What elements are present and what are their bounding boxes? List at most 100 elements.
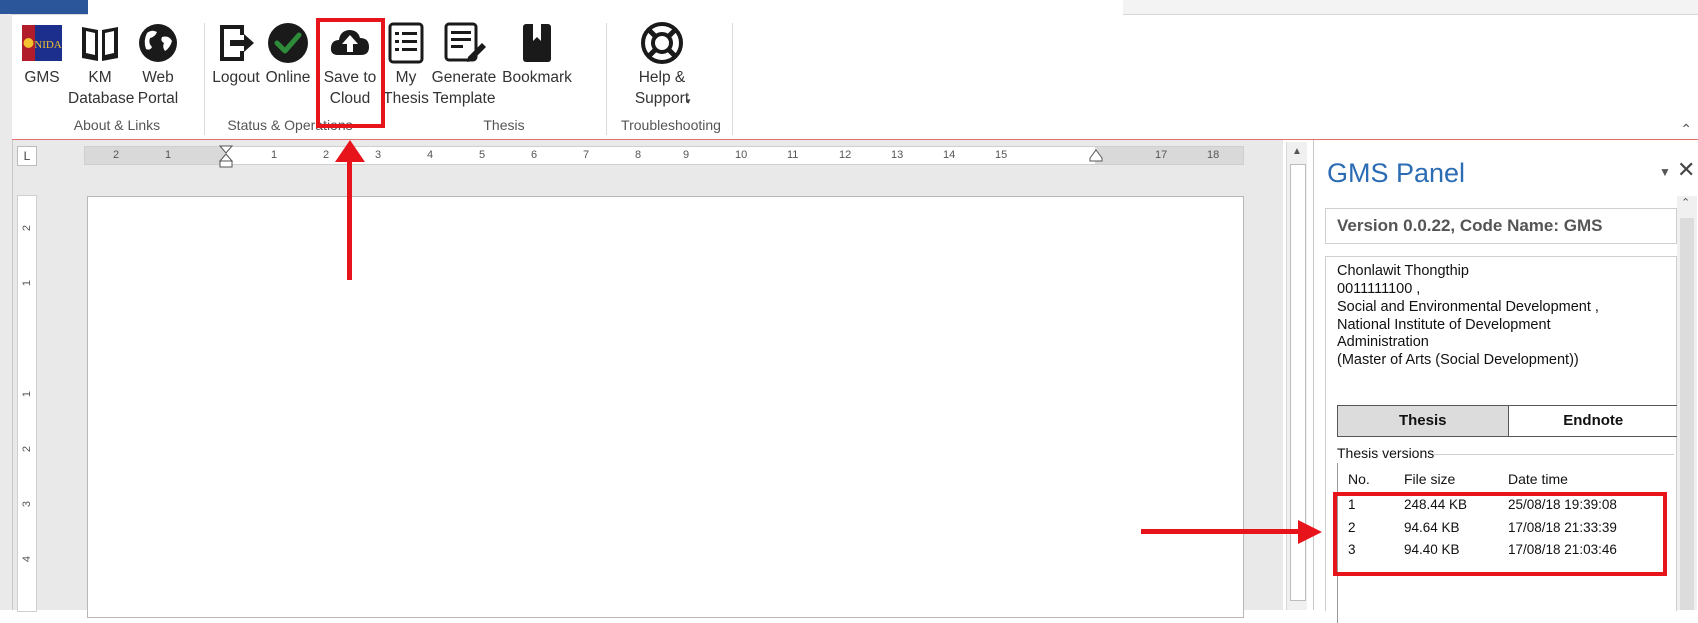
collapse-ribbon-icon[interactable]: ⌃ — [1680, 121, 1692, 138]
user-faculty: Social and Environmental Development , — [1337, 299, 1599, 315]
user-degree: (Master of Arts (Social Development)) — [1337, 352, 1579, 368]
panel-scrollbar[interactable]: ⌃ — [1677, 196, 1697, 610]
book-icon — [82, 27, 118, 61]
user-id: 0011111100 , — [1337, 281, 1421, 297]
document-page[interactable] — [87, 196, 1244, 618]
group-about-links: About & Links — [73, 117, 161, 133]
user-name: Chonlawit Thongthip — [1337, 263, 1469, 279]
divider — [1434, 454, 1674, 455]
ribbon: NIDA GMS KM Database Web Portal About & … — [12, 15, 1698, 140]
web-portal-label: Web Portal — [137, 69, 179, 107]
ruler-left-margin — [85, 147, 225, 164]
indent-marker-icon[interactable] — [219, 145, 233, 169]
ruler-tick: 2 — [21, 445, 33, 453]
ruler-tick: 10 — [735, 149, 748, 161]
ruler-tick: 18 — [1207, 149, 1220, 161]
ruler-tick: 13 — [891, 149, 904, 161]
highlight-version-rows — [1333, 492, 1667, 576]
ruler-tick: 5 — [479, 149, 486, 161]
horizontal-ruler[interactable]: 2 1 1 2 3 4 5 6 7 8 9 10 11 12 13 14 15 … — [84, 145, 1244, 168]
ruler-tick: 11 — [787, 149, 799, 161]
ruler-tick: 2 — [113, 149, 120, 161]
ruler-tick: 1 — [165, 149, 172, 161]
ruler-tick: 17 — [1155, 149, 1168, 161]
km-database-button[interactable]: KM Database — [68, 15, 135, 109]
ruler-tick: 4 — [21, 555, 33, 563]
tab-thesis[interactable]: Thesis — [1338, 406, 1509, 436]
scroll-thumb[interactable] — [1680, 218, 1694, 610]
logout-icon — [220, 25, 254, 61]
tab-selector[interactable]: L — [17, 146, 37, 166]
gms-label: GMS — [24, 69, 60, 86]
my-thesis-label: My Thesis — [383, 69, 429, 107]
ruler-tick: 15 — [995, 149, 1008, 161]
ruler-right-margin — [1095, 147, 1243, 164]
group-troubleshooting: Troubleshooting — [621, 117, 721, 133]
group-separator — [204, 23, 205, 135]
right-indent-marker-icon[interactable] — [1089, 148, 1103, 162]
panel-tabs: Thesis Endnote — [1337, 405, 1679, 437]
close-icon[interactable]: ✕ — [1677, 157, 1695, 183]
ruler-tick: 1 — [21, 390, 33, 398]
group-separator — [732, 23, 733, 135]
globe-icon — [139, 24, 177, 62]
bookmark-button[interactable]: Bookmark — [500, 15, 574, 88]
user-institute-cont: Administration — [1337, 334, 1429, 350]
my-thesis-button[interactable]: My Thesis — [382, 15, 430, 109]
ruler-tick: 1 — [271, 149, 278, 161]
svg-text:NIDA: NIDA — [34, 39, 62, 51]
column-header-size[interactable]: File size — [1404, 471, 1455, 487]
generate-template-label: Generate Template — [431, 69, 497, 107]
tab-endnote[interactable]: Endnote — [1509, 406, 1679, 436]
km-database-label: KM Database — [68, 69, 135, 107]
group-thesis: Thesis — [483, 117, 525, 133]
ruler-tick: 14 — [943, 149, 956, 161]
versions-label: Thesis versions — [1337, 445, 1435, 461]
arrow-up-head-icon — [335, 140, 365, 162]
web-portal-button[interactable]: Web Portal — [134, 15, 182, 109]
file-tab-edge[interactable] — [0, 0, 88, 14]
active-tab-strip — [88, 0, 1123, 15]
gms-button[interactable]: NIDA GMS — [20, 15, 64, 88]
bookmark-icon — [523, 24, 551, 62]
nida-logo-icon: NIDA — [22, 25, 62, 61]
dropdown-caret-icon: ▾ — [686, 96, 691, 106]
help-support-button[interactable]: Help & Support ▾ — [624, 15, 700, 109]
ruler-tick: 7 — [583, 149, 590, 161]
panel-title: GMS Panel — [1327, 158, 1466, 188]
edit-document-icon — [444, 22, 486, 62]
panel-options-icon[interactable]: ▼ — [1659, 165, 1671, 179]
online-label: Online — [265, 69, 311, 86]
ruler-tick: 12 — [839, 149, 852, 161]
version-text: Version 0.0.22, Code Name: GMS — [1337, 216, 1603, 235]
ruler-tick: 3 — [21, 500, 33, 508]
arrow-right-shaft — [1141, 529, 1301, 534]
vertical-ruler[interactable]: 2 1 1 2 3 4 — [17, 195, 37, 612]
ruler-tick: 1 — [21, 279, 33, 287]
bookmark-label: Bookmark — [502, 69, 572, 86]
title-strip — [0, 0, 1698, 15]
column-header-no[interactable]: No. — [1348, 471, 1370, 487]
lifebuoy-icon — [641, 22, 683, 64]
scroll-up-icon[interactable]: ▲ — [1290, 144, 1304, 160]
scroll-up-icon[interactable]: ⌃ — [1681, 196, 1690, 209]
version-box: Version 0.0.22, Code Name: GMS — [1325, 208, 1677, 244]
logout-label: Logout — [212, 69, 260, 86]
online-button[interactable]: Online — [265, 15, 311, 88]
ruler-tick: 8 — [635, 149, 642, 161]
ruler-tick: 9 — [683, 149, 690, 161]
column-header-date[interactable]: Date time — [1508, 471, 1568, 487]
user-institute: National Institute of Development — [1337, 317, 1551, 333]
ruler-tick: 6 — [531, 149, 538, 161]
arrow-right-head-icon — [1298, 520, 1322, 544]
logout-button[interactable]: Logout — [210, 15, 262, 88]
ruler-tick: 4 — [427, 149, 434, 161]
ruler-tick: 2 — [323, 149, 330, 161]
ruler-tick: 3 — [375, 149, 382, 161]
highlight-save-to-cloud — [316, 18, 385, 128]
list-document-icon — [388, 22, 424, 64]
arrow-up-shaft — [347, 158, 352, 280]
ruler-tick: 2 — [21, 224, 33, 232]
generate-template-button[interactable]: Generate Template — [430, 15, 498, 109]
check-circle-icon — [268, 23, 308, 63]
